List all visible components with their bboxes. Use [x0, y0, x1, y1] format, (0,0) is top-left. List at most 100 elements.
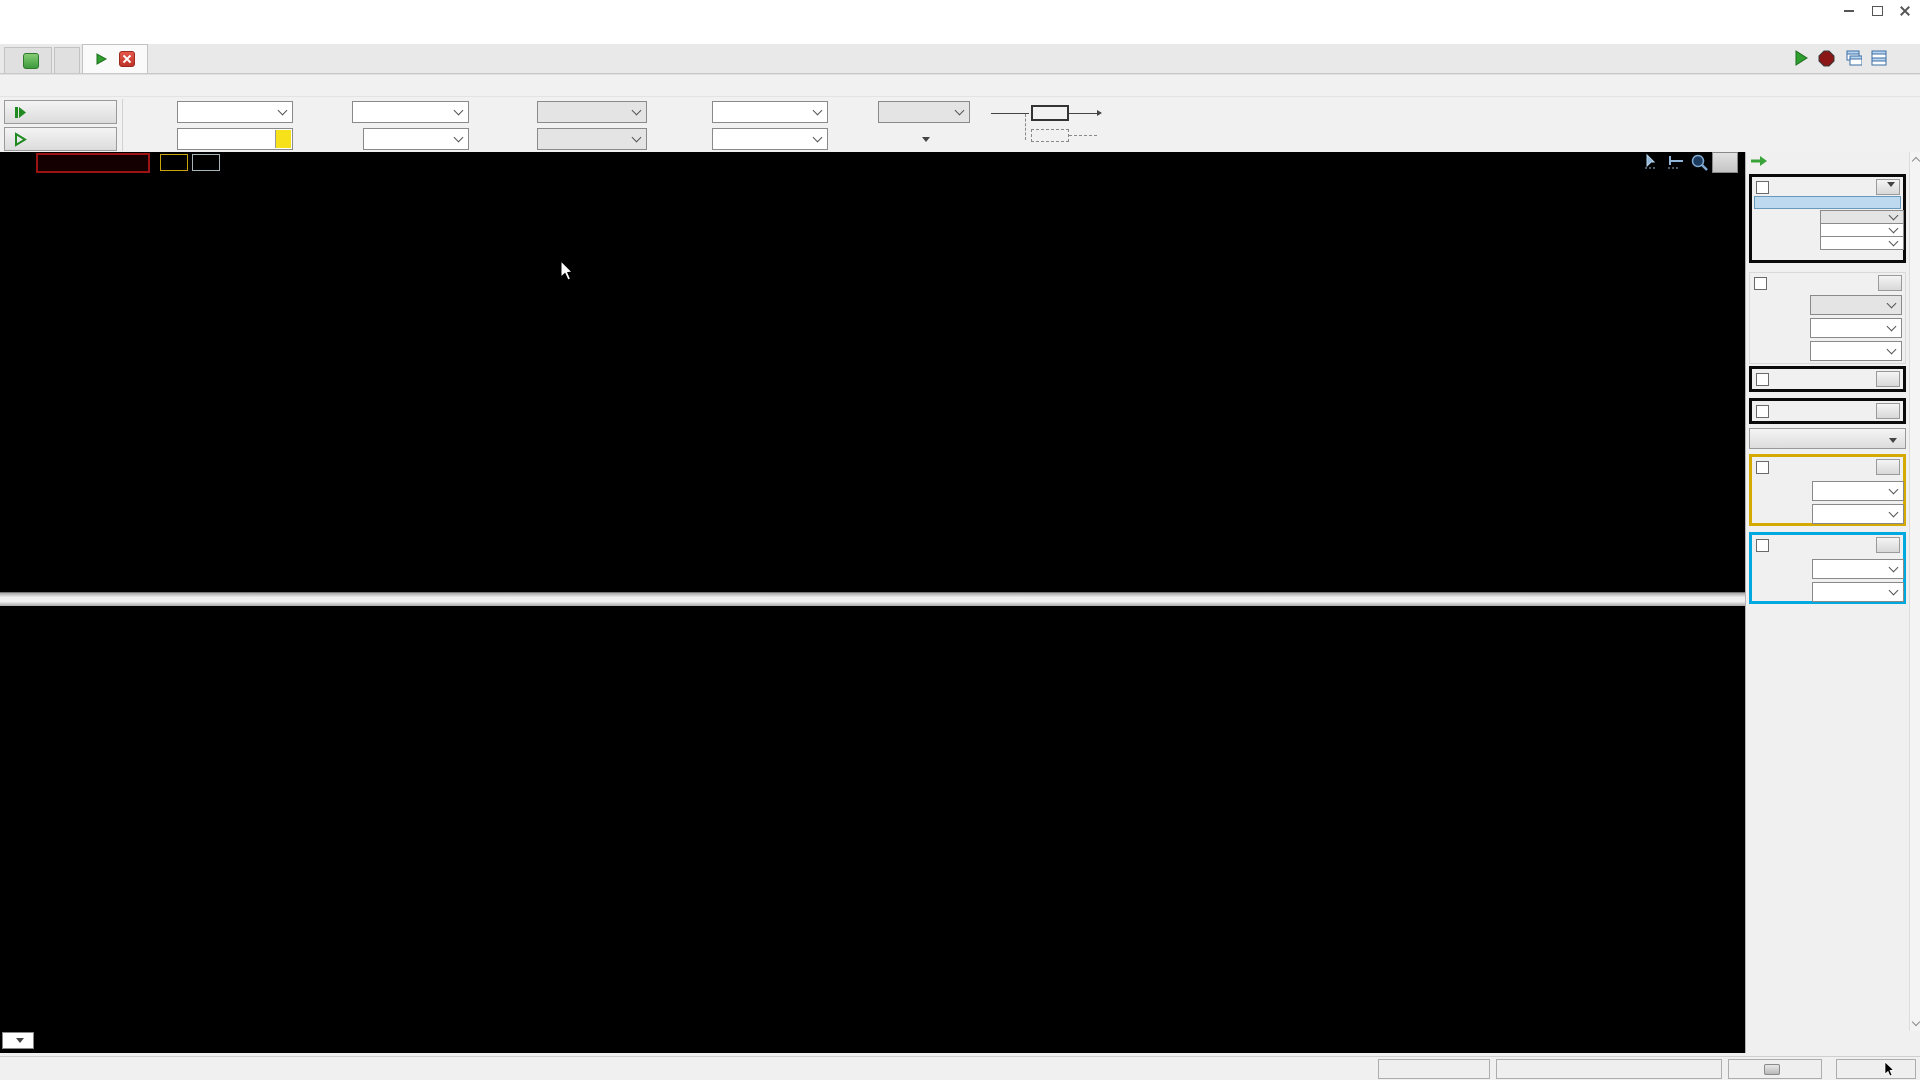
offset-select[interactable] — [712, 128, 828, 150]
decade-select[interactable] — [363, 128, 469, 150]
tabbar-quick-icons — [1789, 48, 1916, 68]
channel1-gain-select[interactable] — [1812, 504, 1904, 524]
custom-one-section — [1749, 366, 1906, 392]
cascade-icon — [1846, 50, 1862, 66]
maximize-icon — [1871, 6, 1883, 16]
bode-plot-area[interactable] — [0, 152, 1745, 1053]
magnitude-plot[interactable] — [0, 172, 1720, 592]
chevron-down-icon — [1888, 585, 1899, 596]
custom-two-checkbox[interactable] — [1756, 404, 1769, 418]
custom-one-checkbox[interactable] — [1756, 372, 1769, 386]
channel1-settings-button[interactable] — [1876, 459, 1900, 475]
plot-settings-button[interactable] — [1712, 152, 1738, 173]
chevron-down-icon — [453, 105, 464, 116]
chevron-down-icon — [631, 132, 642, 143]
units-select[interactable] — [1820, 210, 1904, 224]
measure-tool-button[interactable] — [1666, 153, 1688, 171]
mouse-cursor — [560, 260, 574, 281]
channel2-checkbox[interactable] — [1756, 538, 1769, 552]
tab-network1[interactable] — [82, 44, 148, 73]
channel1-offset-select[interactable] — [1812, 481, 1904, 501]
channel1-checkbox[interactable] — [1756, 460, 1769, 474]
channel-sidebar — [1745, 152, 1920, 1053]
magnitude-checkbox[interactable] — [1756, 180, 1769, 194]
chevron-down-icon — [453, 132, 464, 143]
add-channel-button[interactable] — [1749, 428, 1906, 449]
channel1-badge[interactable] — [160, 154, 188, 171]
scroll-down-icon[interactable] — [1911, 1017, 1920, 1027]
device-button[interactable] — [1496, 1059, 1722, 1079]
version-button[interactable] — [1728, 1059, 1822, 1079]
custom-two-settings-button[interactable] — [1876, 403, 1900, 419]
chevron-down-icon — [812, 132, 823, 143]
chevron-down-icon — [1888, 224, 1899, 234]
spectrum-select[interactable] — [1754, 249, 1901, 263]
dut-wire — [991, 113, 1029, 114]
warning-icon — [275, 130, 291, 148]
start-select[interactable] — [177, 101, 293, 123]
custom-two-section — [1749, 398, 1906, 424]
tab-help[interactable] — [54, 47, 80, 73]
source-select[interactable] — [537, 101, 647, 123]
phase-plot[interactable] — [0, 606, 1720, 1026]
mode-select[interactable] — [537, 128, 647, 150]
custom-one-settings-button[interactable] — [1876, 371, 1900, 387]
dut2-box — [1031, 129, 1069, 142]
chevron-down-icon — [1888, 562, 1899, 573]
sidebar-scrollbar[interactable] — [1909, 152, 1920, 1031]
channel2-offset-select[interactable] — [1812, 559, 1904, 579]
app-options-button[interactable] — [1893, 48, 1916, 68]
maximize-button[interactable] — [1864, 2, 1890, 20]
toolbar-separator — [122, 99, 123, 151]
phase-offset-select[interactable] — [1810, 318, 1902, 338]
green-arrow-icon[interactable] — [1750, 155, 1768, 168]
relative-to-ref-option[interactable] — [1754, 196, 1901, 209]
ref-select[interactable] — [1810, 295, 1902, 315]
zoom-tool-button[interactable] — [1690, 153, 1712, 171]
dut-arrow-icon — [1097, 110, 1102, 116]
phase-checkbox[interactable] — [1754, 276, 1767, 290]
zoom-tool-icon — [1691, 154, 1708, 171]
dut-dashed-wire — [1025, 114, 1026, 140]
steps-select[interactable] — [352, 101, 469, 123]
minimize-button[interactable] — [1836, 2, 1862, 20]
pointer-tool-icon — [1645, 153, 1657, 169]
waveforms-window — [0, 0, 1920, 1080]
run-all-button[interactable] — [1789, 48, 1812, 68]
stop-select[interactable] — [177, 128, 293, 150]
scale-select[interactable] — [878, 101, 970, 123]
range-select[interactable] — [1810, 341, 1902, 361]
amplitude-select[interactable] — [712, 101, 828, 123]
manual-trigger-button[interactable] — [1378, 1059, 1490, 1079]
add-tab-icon[interactable] — [23, 52, 39, 69]
cascade-windows-button[interactable] — [1841, 48, 1864, 68]
phase-section — [1749, 272, 1906, 364]
channel2-gain-select[interactable] — [1812, 582, 1904, 602]
tile-windows-button[interactable] — [1867, 48, 1890, 68]
top-select[interactable] — [1820, 223, 1904, 237]
run-button[interactable] — [4, 127, 117, 151]
stop-all-button[interactable] — [1815, 48, 1838, 68]
scroll-up-icon[interactable] — [1911, 156, 1920, 166]
single-button[interactable] — [4, 100, 117, 124]
instrument-menubar — [0, 74, 1920, 96]
tab-bar — [0, 44, 1920, 74]
minimize-icon — [1844, 10, 1854, 12]
channel2-settings-button[interactable] — [1876, 537, 1900, 553]
x-axis-button[interactable] — [2, 1032, 34, 1049]
chevron-down-icon — [1886, 298, 1897, 309]
tab-welcome[interactable] — [4, 47, 52, 73]
options-dropdown-icon[interactable] — [922, 137, 930, 142]
x-axis-row — [0, 1030, 1745, 1053]
close-icon — [1900, 6, 1910, 16]
pointer-tool-button[interactable] — [1643, 153, 1665, 171]
phase-settings-button[interactable] — [1878, 275, 1902, 291]
channel2-badge[interactable] — [192, 154, 220, 171]
tab-close-icon[interactable] — [119, 51, 135, 67]
acquisition-toolbar — [0, 96, 1920, 153]
status-ok-button[interactable] — [1836, 1059, 1916, 1079]
plot-splitter[interactable] — [0, 592, 1745, 606]
bottom-select[interactable] — [1820, 236, 1904, 250]
close-button[interactable] — [1892, 2, 1918, 20]
mouse-cursor-2 — [1884, 1061, 1895, 1077]
